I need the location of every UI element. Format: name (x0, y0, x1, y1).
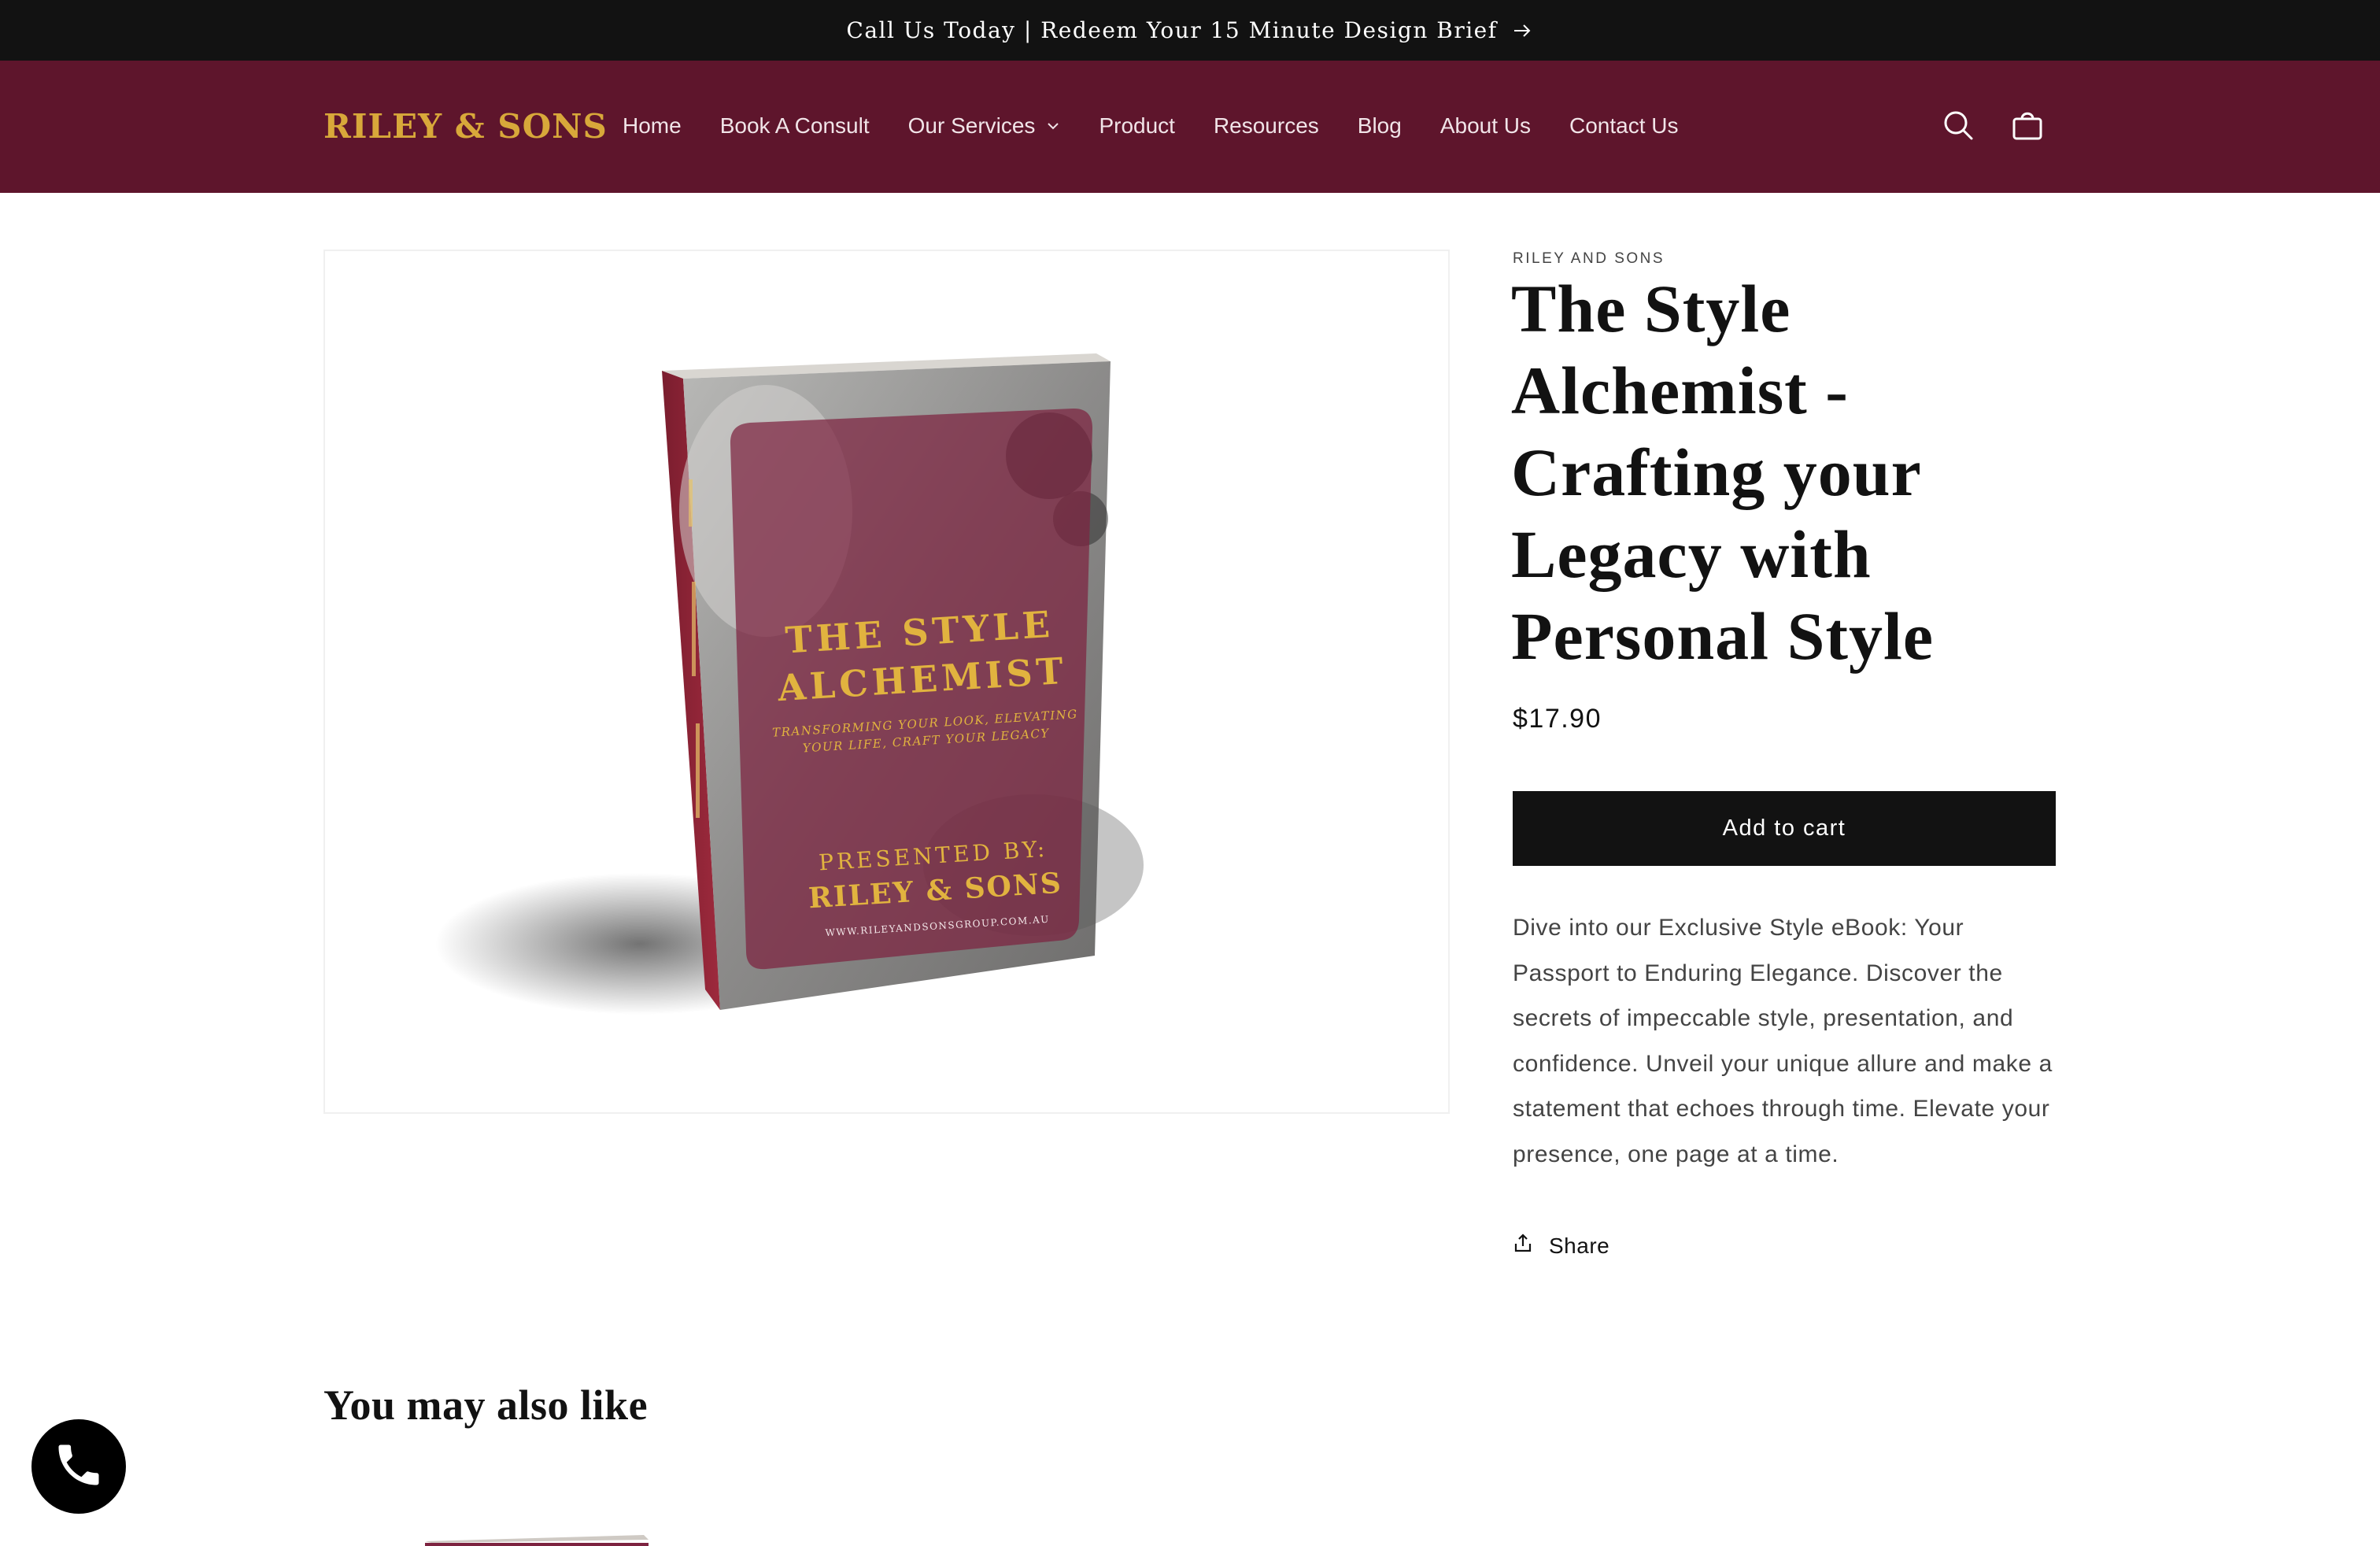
nav-item-resources[interactable]: Resources (1214, 113, 1319, 139)
product-media-gallery[interactable]: THE STYLE ALCHEMIST TRANSFORMING YOUR LO… (323, 250, 1450, 1114)
nav-label: Book A Consult (719, 113, 870, 138)
product-vendor: RILEY AND SONS (1513, 250, 1665, 267)
nav-label: Home (623, 113, 682, 138)
share-label: Share (1549, 1233, 1610, 1258)
phone-icon (52, 1438, 105, 1496)
cart-icon[interactable] (2009, 107, 2046, 143)
product-title: The Style Alchemist - Crafting your Lega… (1511, 271, 1935, 674)
nav-label: About Us (1439, 113, 1531, 138)
share-button[interactable]: Share (1513, 1233, 1609, 1259)
product-description: Dive into our Exclusive Style eBook: You… (1513, 915, 2053, 1167)
chevron-down-icon (1046, 119, 1060, 133)
related-products-heading: You may also like (323, 1381, 649, 1429)
nav-item-book-a-consult[interactable]: Book A Consult (720, 113, 870, 139)
nav-item-product[interactable]: Product (1099, 113, 1175, 139)
nav-label: Our Services (907, 113, 1036, 138)
nav-item-our-services[interactable]: Our Services (908, 113, 1061, 139)
announcement-bar[interactable]: Call Us Today | Redeem Your 15 Minute De… (0, 0, 2380, 61)
arrow-right-icon (1510, 19, 1534, 43)
nav-label: Contact Us (1569, 113, 1679, 138)
share-icon (1513, 1233, 1533, 1259)
search-icon[interactable] (1940, 107, 1976, 143)
nav-item-about-us[interactable]: About Us (1440, 113, 1531, 139)
ebook-cover-image: THE STYLE ALCHEMIST TRANSFORMING YOUR LO… (435, 353, 1144, 1015)
nav-label: Product (1099, 113, 1175, 138)
add-to-cart-button[interactable]: Add to cart (1513, 791, 2056, 866)
nav-item-home[interactable]: Home (623, 113, 682, 139)
nav-item-blog[interactable]: Blog (1358, 113, 1402, 139)
announcement-text[interactable]: Call Us Today | Redeem Your 15 Minute De… (846, 17, 1497, 43)
main-nav: Home Book A Consult Our Services Product… (623, 108, 1679, 144)
product-price: $17.90 (1513, 704, 1602, 734)
nav-label: Resources (1213, 113, 1319, 138)
related-product-thumbnail[interactable] (425, 1533, 649, 1546)
nav-item-contact-us[interactable]: Contact Us (1569, 113, 1679, 139)
call-button[interactable] (31, 1419, 126, 1514)
nav-label: Blog (1357, 113, 1402, 138)
site-logo[interactable]: RILEY & SONS (323, 103, 608, 150)
